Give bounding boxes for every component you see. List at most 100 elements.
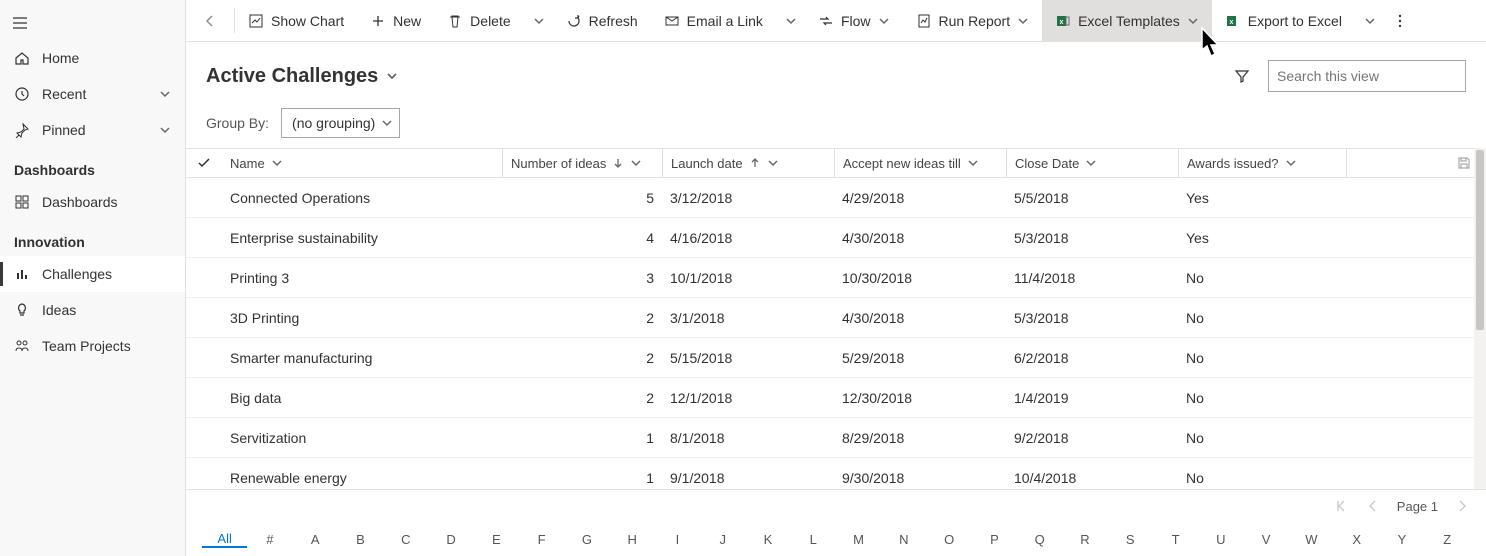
alpha-E[interactable]: E [474, 532, 519, 547]
cell-name[interactable]: Connected Operations [222, 190, 502, 206]
sidebar-item-team-projects[interactable]: Team Projects [0, 328, 185, 364]
prev-page-icon[interactable] [1365, 498, 1381, 514]
flow-label: Flow [841, 13, 871, 29]
table-row[interactable]: Printing 3310/1/201810/30/201811/4/2018N… [186, 258, 1486, 298]
alpha-V[interactable]: V [1243, 532, 1288, 547]
hamburger-menu[interactable] [0, 6, 40, 40]
pager-label: Page 1 [1397, 499, 1438, 514]
email-split[interactable] [776, 0, 805, 41]
flow-icon [818, 13, 834, 29]
alpha-U[interactable]: U [1198, 532, 1243, 547]
vertical-scrollbar[interactable] [1474, 148, 1486, 489]
first-page-icon[interactable] [1333, 498, 1349, 514]
table-row[interactable]: 3D Printing23/1/20184/30/20185/3/2018No [186, 298, 1486, 338]
overflow-button[interactable] [1384, 0, 1416, 41]
alpha-P[interactable]: P [972, 532, 1017, 547]
save-layout-button[interactable] [1456, 155, 1472, 171]
search-input[interactable] [1277, 68, 1458, 84]
alpha-Z[interactable]: Z [1425, 532, 1470, 547]
table-row[interactable]: Renewable energy19/1/20189/30/201810/4/2… [186, 458, 1486, 489]
alpha-K[interactable]: K [745, 532, 790, 547]
next-page-icon[interactable] [1454, 498, 1470, 514]
alpha-#[interactable]: # [247, 532, 292, 547]
chevron-down-icon [1017, 15, 1029, 27]
cell-name[interactable]: Enterprise sustainability [222, 230, 502, 246]
export-excel-split[interactable] [1355, 0, 1384, 41]
grid-header: Name Number of ideas Launch date Accept … [186, 148, 1486, 178]
alpha-D[interactable]: D [428, 532, 473, 547]
cell-num-ideas: 1 [502, 430, 662, 446]
alpha-X[interactable]: X [1334, 532, 1379, 547]
refresh-button[interactable]: Refresh [553, 0, 651, 41]
view-selector[interactable]: Active Challenges [206, 65, 398, 88]
back-button[interactable] [186, 0, 234, 41]
groupby-select[interactable]: (no grouping) [281, 108, 400, 138]
table-row[interactable]: Enterprise sustainability44/16/20184/30/… [186, 218, 1486, 258]
alpha-W[interactable]: W [1289, 532, 1334, 547]
cell-awards: No [1178, 470, 1346, 486]
excel-icon: x [1225, 13, 1241, 29]
excel-templates-button[interactable]: x Excel Templates [1042, 0, 1212, 41]
cell-name[interactable]: Printing 3 [222, 270, 502, 286]
export-excel-button[interactable]: x Export to Excel [1212, 0, 1355, 41]
sidebar-item-challenges[interactable]: Challenges [0, 256, 185, 292]
email-button[interactable]: Email a Link [651, 0, 776, 41]
scrollbar-thumb[interactable] [1476, 150, 1484, 330]
alpha-All[interactable]: All [202, 531, 247, 548]
pin-icon [14, 122, 30, 138]
sidebar-item-home[interactable]: Home [0, 40, 185, 76]
delete-split[interactable] [524, 0, 553, 41]
alpha-I[interactable]: I [655, 532, 700, 547]
table-row[interactable]: Big data212/1/201812/30/20181/4/2019No [186, 378, 1486, 418]
col-close-date[interactable]: Close Date [1006, 149, 1178, 177]
sidebar-item-pinned[interactable]: Pinned [0, 112, 185, 148]
alpha-F[interactable]: F [519, 532, 564, 547]
col-awards[interactable]: Awards issued? [1178, 149, 1346, 177]
cell-name[interactable]: Renewable energy [222, 470, 502, 486]
alpha-Y[interactable]: Y [1379, 532, 1424, 547]
alpha-R[interactable]: R [1062, 532, 1107, 547]
cell-name[interactable]: Smarter manufacturing [222, 350, 502, 366]
col-number-of-ideas[interactable]: Number of ideas [502, 149, 662, 177]
table-row[interactable]: Smarter manufacturing25/15/20185/29/2018… [186, 338, 1486, 378]
alpha-J[interactable]: J [700, 532, 745, 547]
alpha-O[interactable]: O [927, 532, 972, 547]
table-row[interactable]: Servitization18/1/20188/29/20189/2/2018N… [186, 418, 1486, 458]
alpha-B[interactable]: B [338, 532, 383, 547]
col-accept-ideas[interactable]: Accept new ideas till [834, 149, 1006, 177]
new-button[interactable]: New [357, 0, 434, 41]
alpha-H[interactable]: H [610, 532, 655, 547]
sidebar-item-dashboards[interactable]: Dashboards [0, 184, 185, 220]
alpha-Q[interactable]: Q [1017, 532, 1062, 547]
sidebar-item-recent[interactable]: Recent [0, 76, 185, 112]
col-launch-label: Launch date [671, 156, 743, 171]
cell-name[interactable]: Servitization [222, 430, 502, 446]
flow-button[interactable]: Flow [805, 0, 903, 41]
select-all-column[interactable] [186, 149, 222, 177]
alpha-N[interactable]: N [881, 532, 926, 547]
sidebar-label-pinned: Pinned [42, 122, 86, 138]
table-row[interactable]: Connected Operations53/12/20184/29/20185… [186, 178, 1486, 218]
show-chart-button[interactable]: Show Chart [235, 0, 357, 41]
alpha-S[interactable]: S [1108, 532, 1153, 547]
filter-button[interactable] [1230, 64, 1254, 88]
alpha-C[interactable]: C [383, 532, 428, 547]
alpha-A[interactable]: A [293, 532, 338, 547]
col-launch-date[interactable]: Launch date [662, 149, 834, 177]
run-report-button[interactable]: Run Report [903, 0, 1043, 41]
command-bar: Show Chart New Delete Refresh Email a Li… [186, 0, 1486, 42]
alpha-T[interactable]: T [1153, 532, 1198, 547]
sidebar-item-ideas[interactable]: Ideas [0, 292, 185, 328]
col-name-label: Name [230, 156, 265, 171]
challenges-icon [14, 266, 30, 282]
search-box[interactable] [1268, 60, 1466, 92]
col-name[interactable]: Name [222, 149, 502, 177]
cell-name[interactable]: Big data [222, 390, 502, 406]
alpha-G[interactable]: G [564, 532, 609, 547]
alpha-L[interactable]: L [791, 532, 836, 547]
cell-name[interactable]: 3D Printing [222, 310, 502, 326]
plus-icon [370, 13, 386, 29]
view-header: Active Challenges [186, 42, 1486, 98]
delete-button[interactable]: Delete [434, 0, 523, 41]
alpha-M[interactable]: M [836, 532, 881, 547]
